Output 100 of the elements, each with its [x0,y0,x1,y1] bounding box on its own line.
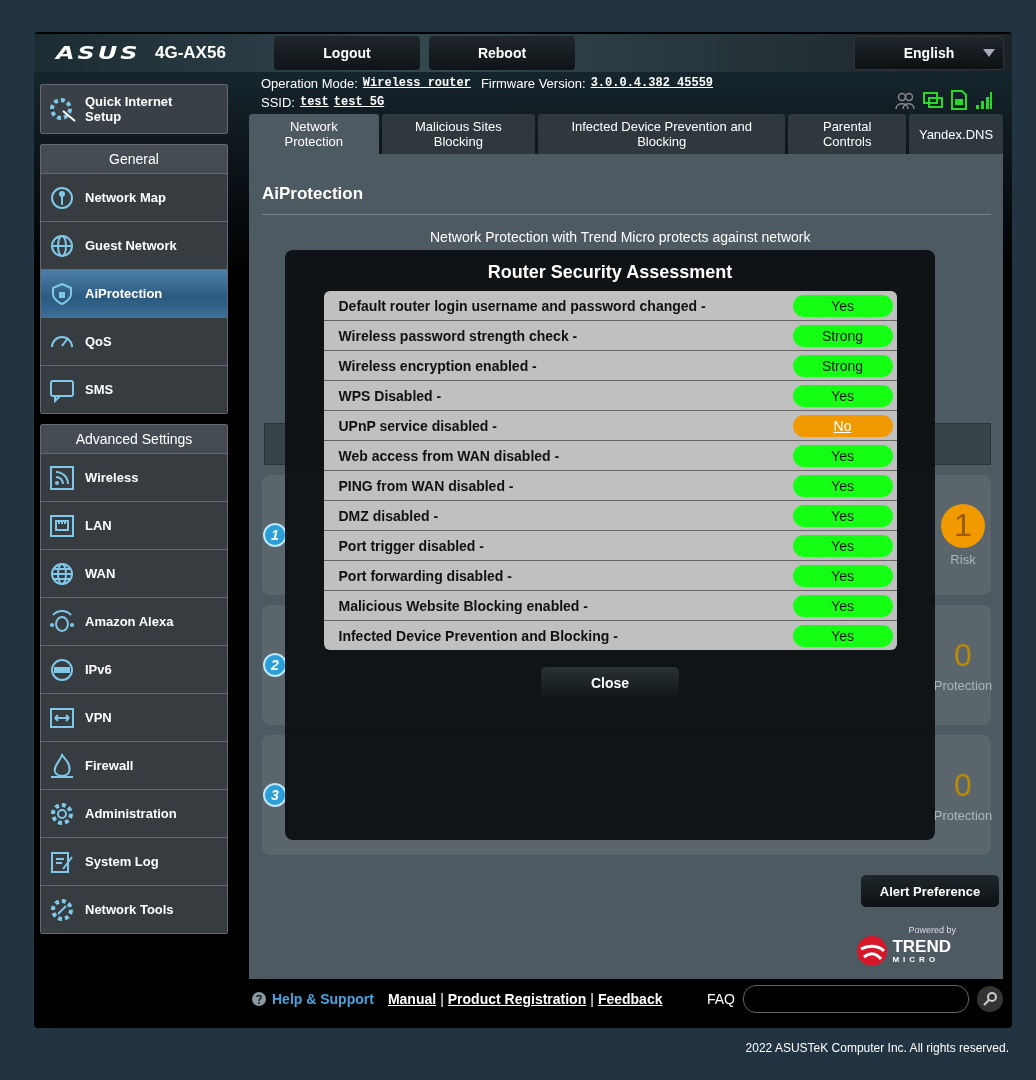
check-label: Default router login username and password changed - [338,297,706,314]
ssid-link[interactable]: test [299,95,329,110]
page-title: AiProtection [262,154,991,215]
people-icon [895,92,915,110]
speaker-device-icon [49,608,75,635]
check-label: Port forwarding disabled - [338,567,512,584]
search-button[interactable] [977,986,1003,1012]
sidebar-item[interactable]: Amazon Alexa [41,597,227,645]
check-label: Malicious Website Blocking enabled - [338,597,588,614]
check-label: UPnP service disabled - [338,417,497,434]
intro-text: Network Protection with Trend Micro protects against network [430,229,812,247]
sidebar-item[interactable]: IPv6 [41,645,227,693]
header-button[interactable]: Reboot [429,36,575,70]
sidebar-item[interactable]: VPN [41,693,227,741]
field-label: Operation Mode: [261,76,358,91]
search-icon [983,992,997,1006]
footer-link[interactable]: Feedback [597,991,663,1007]
gear-icon [49,800,75,827]
section-header: Advanced Settings [41,425,227,453]
check-label: Infected Device Prevention and Blocking - [338,627,618,644]
sidebar-item[interactable]: System Log [41,837,227,885]
vendor-name: TREND [892,938,951,955]
close-button[interactable]: Close [541,667,679,699]
field-label: Firmware Version: [480,76,586,91]
step-number: 3 [263,783,287,807]
ssid-link[interactable]: test_5G [333,95,385,110]
brand-logo: ASUS [56,42,142,64]
separator-text: | [590,991,594,1007]
signal-icon [975,90,993,110]
wand-gear-icon [49,95,77,123]
tab[interactable]: Parental Controls [788,114,906,154]
status-pill: Yes [792,294,893,317]
operation-mode-link[interactable]: Wireless router [362,76,471,91]
sidebar-item[interactable]: Network Map [41,173,227,221]
status-pill: Yes [792,384,893,407]
faq-label: FAQ [707,991,735,1007]
tab[interactable]: Infected Device Prevention and Blocking [538,114,786,154]
status-pill: Yes [792,594,893,617]
check-label: Wireless encryption enabled - [338,357,537,374]
alert-preference-button[interactable]: Alert Preference [861,875,999,907]
status-pill: Strong [792,354,893,377]
vendor-subname: MICRO [892,954,941,964]
powered-by-text: Powered by [908,925,956,935]
sidebar-item[interactable]: Wireless [41,453,227,501]
firmware-link[interactable]: 3.0.0.4.382_45559 [590,76,714,91]
field-label: SSID: [261,95,295,110]
check-label: Web access from WAN disabled - [338,447,560,464]
check-label: PING from WAN disabled - [338,477,514,494]
status-pill: Yes [792,474,893,497]
globe-icon [49,560,75,587]
check-label: WPS Disabled - [338,387,442,404]
copyright-text: 2022 ASUSTeK Computer Inc. All rights reserved. [744,1041,1009,1055]
wifi-icon [49,464,75,491]
sidebar-item[interactable]: Guest Network [41,221,227,269]
sidebar-item[interactable]: Administration [41,789,227,837]
tab[interactable]: Malicious Sites Blocking [381,114,536,154]
shield-icon [49,280,75,307]
step-number: 2 [263,653,287,677]
stat-label: Protection [933,678,993,693]
stat-label: Risk [950,551,976,567]
footer-link[interactable]: Product Registration [447,991,587,1007]
status-pill: Yes [792,564,893,587]
section-header: General [41,145,227,173]
help-support-link[interactable]: Help & Support [272,991,374,1007]
sim-card-icon [951,90,967,110]
sidebar-item[interactable]: WAN [41,549,227,597]
risk-count: 1 [941,503,985,548]
tab[interactable]: Network Protection [249,114,379,154]
language-dropdown[interactable]: English [854,36,1004,70]
header-button[interactable]: Logout [274,36,420,70]
protection-count: 0 [954,767,972,804]
status-pill: Yes [792,534,893,557]
caret-icon [983,49,995,57]
status-pill: Strong [792,324,893,347]
sidebar-item[interactable]: SMS [41,365,227,413]
sidebar-item[interactable]: QoS [41,317,227,365]
monitor-icon [923,92,943,110]
check-label: Wireless password strength check - [338,327,578,344]
protection-count: 0 [954,637,972,674]
question-icon [252,992,266,1006]
quick-setup-button[interactable]: Quick Internet Setup [40,84,228,134]
check-label: DMZ disabled - [338,507,439,524]
sidebar-item[interactable]: AiProtection [41,269,227,317]
tab[interactable]: Yandex.DNS [909,114,1003,154]
footer-link[interactable]: Manual [387,991,437,1007]
step-number: 1 [263,523,287,547]
status-pill: Yes [792,504,893,527]
sidebar-item[interactable]: Firewall [41,741,227,789]
faq-search-field[interactable] [743,985,969,1013]
status-pill: Yes [792,624,893,647]
vendor-logo-icon [856,935,889,967]
sidebar-item[interactable]: LAN [41,501,227,549]
separator-text: | [440,991,444,1007]
model-name: 4G-AX56 [155,43,227,63]
stat-label: Protection [933,808,993,823]
ethernet-port-icon [49,512,75,539]
dialog-title: Router Security Assessment [487,262,733,283]
status-pill: Yes [792,444,893,467]
map-pin-icon [49,184,75,211]
sidebar-item[interactable]: Network Tools [41,885,227,933]
